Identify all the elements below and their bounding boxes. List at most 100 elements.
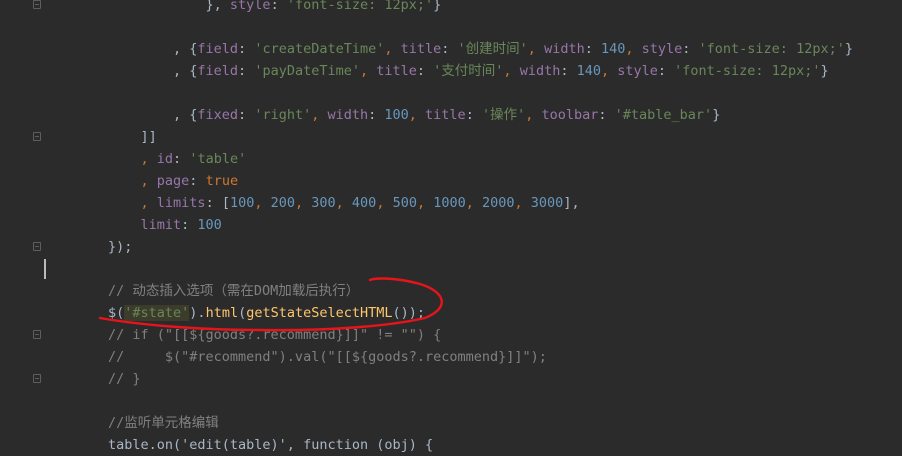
- code-token: ,: [376, 195, 393, 211]
- code-token: ,: [108, 195, 157, 211]
- code-token: 2000: [482, 195, 515, 211]
- code-token: ,: [359, 63, 377, 79]
- code-token: });: [108, 239, 133, 255]
- code-token: // if ("[[${goods?.recommend}]]" != "") …: [108, 327, 442, 343]
- code-token: field: [197, 63, 239, 79]
- code-token: ,: [108, 173, 157, 189]
- code-token: style: [617, 63, 658, 79]
- code-token: 'createDateTime': [254, 41, 385, 57]
- code-token: '#table_bar': [614, 107, 713, 123]
- code-token: '支付时间': [433, 63, 504, 79]
- code-token: :: [441, 41, 458, 57]
- code-token: :: [598, 107, 615, 123]
- code-token: }: [820, 63, 829, 79]
- code-token: }: [433, 0, 442, 13]
- code-token: 'font-size: 12px;': [674, 63, 821, 79]
- code-line[interactable]: , page: true: [108, 170, 239, 192]
- code-token: 300: [311, 195, 336, 211]
- code-line[interactable]: table.on('edit(table)', function (obj) {: [108, 434, 433, 456]
- code-line[interactable]: , {field: 'payDateTime', title: '支付时间', …: [108, 60, 829, 82]
- code-token: field: [197, 41, 239, 57]
- code-line[interactable]: , limits: [100, 200, 300, 400, 500, 1000…: [108, 192, 580, 214]
- code-token: '操作': [481, 107, 526, 123]
- code-token: 100: [197, 217, 222, 233]
- code-token: :: [173, 151, 190, 167]
- code-token: table.on('edit(table)', function (obj) {: [108, 437, 434, 453]
- code-token: ,: [384, 41, 401, 57]
- code-token: fixed: [197, 107, 239, 123]
- code-token: '创建时间': [457, 41, 528, 57]
- code-token: ,: [625, 41, 642, 57]
- code-token: (: [238, 305, 247, 321]
- code-token: title: [400, 41, 442, 57]
- gutter: [0, 0, 45, 440]
- code-line[interactable]: , {fixed: 'right', width: 100, title: '操…: [108, 104, 720, 126]
- fold-marker-icon[interactable]: [33, 0, 41, 9]
- code-token: ,: [514, 195, 531, 211]
- code-line[interactable]: // $("#recommend").val("[[${goods?.recom…: [108, 346, 547, 368]
- code-line[interactable]: // }: [108, 368, 141, 390]
- code-token: :: [465, 107, 482, 123]
- code-token: page: [156, 173, 190, 189]
- code-line[interactable]: }, style: 'font-size: 12px;'}: [108, 0, 442, 16]
- code-line[interactable]: // 动态插入选项（需在DOM加载后执行）: [108, 280, 359, 302]
- code-token: // }: [108, 371, 141, 387]
- fold-marker-icon[interactable]: [33, 330, 41, 339]
- code-line[interactable]: //监听单元格编辑: [108, 412, 219, 434]
- code-token: , {: [108, 107, 198, 123]
- code-token: }: [844, 41, 853, 57]
- code-line[interactable]: $('#state').html(getStateSelectHTML());: [108, 302, 425, 324]
- code-line[interactable]: , {field: 'createDateTime', title: '创建时间…: [108, 38, 853, 60]
- code-token: ,: [335, 195, 352, 211]
- code-token: id: [156, 151, 174, 167]
- code-token: :: [181, 217, 198, 233]
- code-token: ,: [311, 107, 328, 123]
- code-line[interactable]: ]]: [108, 126, 157, 148]
- code-token: :: [270, 0, 287, 13]
- code-token: width: [544, 41, 585, 57]
- code-token: width: [327, 107, 369, 123]
- code-line[interactable]: , id: 'table': [108, 148, 247, 170]
- code-token: ,: [525, 107, 542, 123]
- code-token: :: [584, 41, 601, 57]
- code-token: },: [108, 0, 230, 13]
- code-token: 'right': [254, 107, 312, 123]
- code-token: 100: [229, 195, 255, 211]
- code-token: :: [238, 63, 255, 79]
- fold-marker-icon[interactable]: [33, 374, 41, 383]
- code-line[interactable]: // if ("[[${goods?.recommend}]]" != "") …: [108, 324, 441, 346]
- fold-marker-icon[interactable]: [33, 132, 41, 141]
- code-token: getStateSelectHTML: [246, 305, 393, 321]
- code-token: ).: [189, 305, 206, 321]
- code-token: limit: [140, 217, 182, 233]
- code-token: ,: [108, 151, 157, 167]
- code-token: :: [238, 41, 255, 57]
- code-editor[interactable]: }, style: 'font-size: 12px;'} , {field: …: [0, 0, 902, 453]
- code-token: ,: [503, 63, 520, 79]
- code-token: 100: [384, 107, 409, 123]
- code-token: ]]: [108, 129, 157, 145]
- code-token: title: [425, 107, 466, 123]
- code-token: style: [641, 41, 683, 57]
- code-token: 200: [270, 195, 295, 211]
- code-token: // $("#recommend").val("[[${goods?.recom…: [108, 349, 547, 365]
- code-token: ,: [600, 63, 618, 79]
- code-token: //监听单元格编辑: [108, 415, 219, 431]
- code-token: ,: [527, 41, 545, 57]
- code-token: '#state': [124, 305, 190, 321]
- code-token: limits: [156, 195, 206, 211]
- fold-marker-icon[interactable]: [33, 242, 41, 251]
- code-token: 'font-size: 12px;': [286, 0, 434, 13]
- code-token: }: [712, 107, 721, 123]
- code-token: :: [238, 107, 255, 123]
- code-token: title: [376, 63, 417, 79]
- code-line[interactable]: });: [108, 236, 132, 258]
- code-token: 400: [351, 195, 377, 211]
- code-token: $(: [108, 305, 125, 321]
- code-token: width: [519, 63, 561, 79]
- code-token: 500: [392, 195, 417, 211]
- code-token: :: [189, 173, 206, 189]
- code-token: ],: [563, 195, 580, 211]
- code-line[interactable]: limit: 100: [108, 214, 222, 236]
